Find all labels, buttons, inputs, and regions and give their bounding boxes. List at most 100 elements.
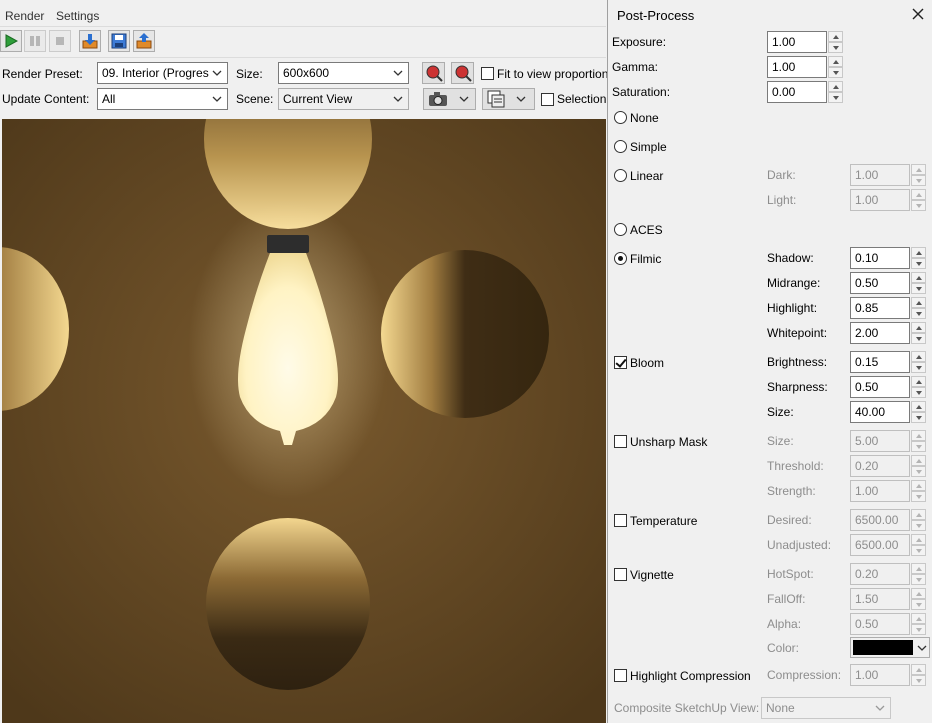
hotspot-input[interactable]: 0.20 — [850, 563, 910, 585]
exposure-label: Exposure: — [612, 35, 667, 49]
chevron-down-icon — [393, 70, 403, 76]
render-image — [2, 119, 606, 723]
save-button[interactable] — [108, 30, 130, 52]
vignette-checkbox[interactable] — [614, 568, 627, 581]
unsharp-label: Unsharp Mask — [630, 435, 708, 449]
highlight-input[interactable]: 0.85 — [850, 297, 910, 319]
unadjusted-spinner[interactable] — [911, 534, 926, 556]
sharpness-spinner[interactable] — [911, 376, 926, 398]
render-preset-value: 09. Interior (Progres — [102, 66, 209, 80]
menu-render[interactable]: Render — [5, 9, 44, 23]
tonemap-filmic-label: Filmic — [630, 252, 662, 266]
tonemap-filmic-radio[interactable] — [614, 252, 627, 265]
temperature-checkbox[interactable] — [614, 514, 627, 527]
exposure-input[interactable]: 1.00 — [767, 31, 827, 53]
camera-button[interactable] — [423, 88, 476, 110]
dark-input[interactable]: 1.00 — [850, 164, 910, 186]
update-content-select[interactable]: All — [97, 88, 228, 110]
divider — [0, 26, 606, 27]
vignette-color-picker[interactable] — [850, 637, 930, 658]
light-input[interactable]: 1.00 — [850, 189, 910, 211]
layers-icon — [487, 90, 505, 108]
shadow-input[interactable]: 0.10 — [850, 247, 910, 269]
highlight-label: Highlight: — [767, 301, 818, 315]
shadow-spinner[interactable] — [911, 247, 926, 269]
threshold-input[interactable]: 0.20 — [850, 455, 910, 477]
compression-input[interactable]: 1.00 — [850, 664, 910, 686]
magnifier-icon — [426, 65, 443, 82]
whitepoint-spinner[interactable] — [911, 322, 926, 344]
desired-spinner[interactable] — [911, 509, 926, 531]
scene-label: Scene: — [236, 92, 274, 106]
render-preset-select[interactable]: 09. Interior (Progres — [97, 62, 228, 84]
unsharp-checkbox[interactable] — [614, 435, 627, 448]
chevron-down-icon — [212, 70, 222, 76]
composite-label: Composite SketchUp View: — [614, 701, 760, 715]
gamma-spinner[interactable] — [828, 56, 843, 78]
falloff-label: FallOff: — [767, 592, 806, 606]
selection-label: Selection — [557, 92, 607, 106]
gamma-input[interactable]: 1.00 — [767, 56, 827, 78]
menu-settings[interactable]: Settings — [56, 9, 99, 23]
layers-button[interactable] — [482, 88, 535, 110]
pause-button[interactable] — [24, 30, 46, 52]
tonemap-simple-radio[interactable] — [614, 140, 627, 153]
tonemap-none-label: None — [630, 111, 659, 125]
divider — [0, 57, 606, 58]
light-spinner[interactable] — [911, 189, 926, 211]
selection-checkbox[interactable] — [541, 93, 554, 106]
strength-input[interactable]: 1.00 — [850, 480, 910, 502]
stop-button[interactable] — [49, 30, 71, 52]
highlight-compression-checkbox[interactable] — [614, 669, 627, 682]
exposure-spinner[interactable] — [828, 31, 843, 53]
export-button[interactable] — [79, 30, 101, 52]
alpha-spinner[interactable] — [911, 613, 926, 635]
bloom-checkbox[interactable] — [614, 356, 627, 369]
hotspot-label: HotSpot: — [767, 567, 814, 581]
zoom-out-button[interactable] — [451, 62, 474, 84]
midrange-input[interactable]: 0.50 — [850, 272, 910, 294]
unsharp-size-spinner[interactable] — [911, 430, 926, 452]
saturation-input[interactable]: 0.00 — [767, 81, 827, 103]
highlight-spinner[interactable] — [911, 297, 926, 319]
bloom-size-label: Size: — [767, 405, 794, 419]
dark-spinner[interactable] — [911, 164, 926, 186]
whitepoint-input[interactable]: 2.00 — [850, 322, 910, 344]
compression-spinner[interactable] — [911, 664, 926, 686]
falloff-spinner[interactable] — [911, 588, 926, 610]
scene-select[interactable]: Current View — [278, 88, 409, 110]
falloff-input[interactable]: 1.50 — [850, 588, 910, 610]
alpha-input[interactable]: 0.50 — [850, 613, 910, 635]
tonemap-aces-radio[interactable] — [614, 223, 627, 236]
sharpness-label: Sharpness: — [767, 380, 828, 394]
bloom-size-spinner[interactable] — [911, 401, 926, 423]
composite-select[interactable]: None — [761, 697, 891, 719]
threshold-spinner[interactable] — [911, 455, 926, 477]
tonemap-none-radio[interactable] — [614, 111, 627, 124]
brightness-spinner[interactable] — [911, 351, 926, 373]
sharpness-input[interactable]: 0.50 — [850, 376, 910, 398]
strength-spinner[interactable] — [911, 480, 926, 502]
bloom-size-input[interactable]: 40.00 — [850, 401, 910, 423]
play-button[interactable] — [0, 30, 22, 52]
midrange-label: Midrange: — [767, 276, 821, 290]
render-viewport[interactable] — [2, 119, 606, 723]
midrange-spinner[interactable] — [911, 272, 926, 294]
desired-label: Desired: — [767, 513, 812, 527]
unadjusted-input[interactable]: 6500.00 — [850, 534, 910, 556]
size-value: 600x600 — [283, 66, 330, 80]
brightness-input[interactable]: 0.15 — [850, 351, 910, 373]
size-select[interactable]: 600x600 — [278, 62, 409, 84]
gamma-label: Gamma: — [612, 60, 659, 74]
hotspot-spinner[interactable] — [911, 563, 926, 585]
close-icon[interactable] — [911, 7, 925, 21]
tonemap-aces-label: ACES — [630, 223, 663, 237]
open-button[interactable] — [133, 30, 155, 52]
tonemap-linear-radio[interactable] — [614, 169, 627, 182]
chevron-down-icon — [875, 705, 885, 711]
zoom-in-button[interactable] — [422, 62, 445, 84]
unsharp-size-input[interactable]: 5.00 — [850, 430, 910, 452]
saturation-spinner[interactable] — [828, 81, 843, 103]
fit-to-view-checkbox[interactable] — [481, 67, 494, 80]
desired-input[interactable]: 6500.00 — [850, 509, 910, 531]
